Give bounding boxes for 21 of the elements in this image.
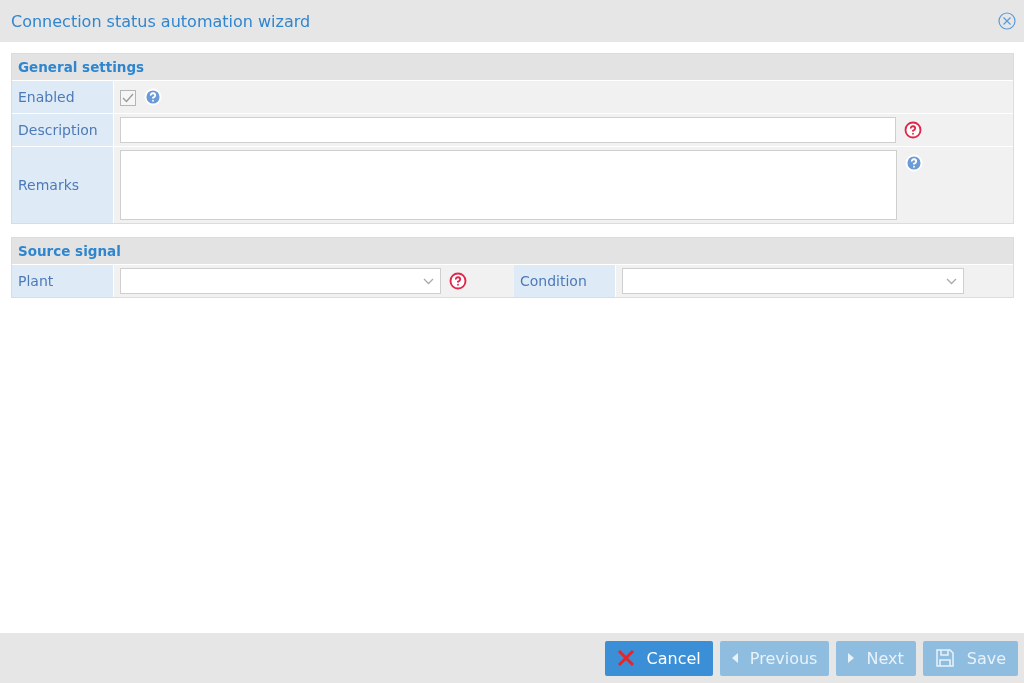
chevron-down-icon bbox=[423, 277, 434, 285]
remarks-field[interactable] bbox=[120, 150, 897, 220]
field-label: Description bbox=[12, 114, 114, 146]
section-header: General settings bbox=[12, 54, 1013, 81]
field-label: Enabled bbox=[12, 81, 114, 113]
chevron-down-icon bbox=[946, 277, 957, 285]
field-label: Condition bbox=[514, 265, 616, 297]
close-icon[interactable] bbox=[998, 12, 1016, 30]
window-title: Connection status automation wizard bbox=[11, 11, 311, 31]
dropdown-field[interactable] bbox=[622, 268, 964, 294]
description-field[interactable] bbox=[120, 117, 896, 143]
section-header: Source signal bbox=[12, 238, 1013, 265]
triangle-left-icon bbox=[731, 653, 738, 663]
x-icon bbox=[616, 649, 635, 667]
help-icon[interactable] bbox=[904, 121, 922, 139]
field-label: Remarks bbox=[12, 147, 114, 223]
help-icon[interactable] bbox=[449, 272, 467, 290]
dropdown-field[interactable] bbox=[120, 268, 441, 294]
field-label: Plant bbox=[12, 265, 114, 297]
cancel-button[interactable]: Cancel bbox=[604, 640, 713, 676]
triangle-right-icon bbox=[848, 653, 855, 663]
